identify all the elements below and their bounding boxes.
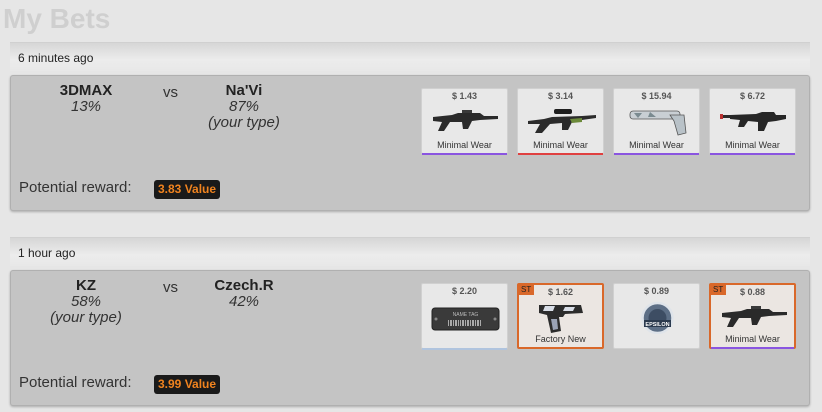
item-rarity-line xyxy=(711,347,794,349)
reward-label: Potential reward: xyxy=(19,374,132,391)
bet-entry: 6 minutes ago 3DMAX 13% vs Na'Vi 87% (yo… xyxy=(10,42,810,211)
item-card[interactable]: $ 6.72 Minimal Wear xyxy=(709,88,796,155)
name-tag-icon: NAME TAG xyxy=(431,307,500,331)
item-rarity-line xyxy=(422,153,507,155)
bet-items: $ 1.43 Minimal Wear $ 3.14 Minimal Wear xyxy=(421,88,801,158)
team-left: 3DMAX 13% xyxy=(16,82,156,115)
bet-box: 3DMAX 13% vs Na'Vi 87% (your type) Poten… xyxy=(10,75,810,211)
team-left: KZ 58% (your type) xyxy=(16,277,156,326)
team-name: Na'Vi xyxy=(225,82,263,99)
sticker-text: EPSILON xyxy=(645,322,669,328)
reward-value-badge: 3.83 Value xyxy=(154,180,221,199)
your-type-note: (your type) xyxy=(208,114,280,131)
item-card[interactable]: ST $ 1.62 Factory New xyxy=(517,283,604,349)
team-right: Na'Vi 87% (your type) xyxy=(174,82,314,131)
item-rarity-line xyxy=(710,153,795,155)
pistol-icon xyxy=(539,305,583,333)
item-price: $ 3.14 xyxy=(547,91,574,101)
reward-value-badge: 3.99 Value xyxy=(154,375,221,394)
pistol-silenced-icon xyxy=(629,110,687,136)
item-card[interactable]: $ 1.43 Minimal Wear xyxy=(421,88,508,155)
item-card[interactable]: $ 2.20 NAME TAG xyxy=(421,283,508,350)
rifle-scoped-icon xyxy=(528,109,596,133)
item-wear: Minimal Wear xyxy=(629,140,684,150)
rifle-famas-icon xyxy=(433,110,498,131)
rifle-m4-icon xyxy=(720,112,786,131)
item-rarity-line xyxy=(422,348,507,350)
item-rarity-line xyxy=(518,153,603,155)
item-price: $ 0.88 xyxy=(739,287,766,297)
item-wear: Minimal Wear xyxy=(437,140,492,150)
team-name: 3DMAX xyxy=(59,82,113,99)
item-price: $ 6.72 xyxy=(739,91,766,101)
team-percentage: 13% xyxy=(70,98,102,115)
bet-time: 1 hour ago xyxy=(10,237,810,266)
item-price: $ 1.62 xyxy=(547,287,574,297)
item-card[interactable]: $ 0.89 EPSILON xyxy=(613,283,700,349)
name-tag-text: NAME TAG xyxy=(453,312,479,318)
team-name: KZ xyxy=(76,277,96,294)
your-type-note: (your type) xyxy=(50,309,122,326)
item-wear: Minimal Wear xyxy=(533,140,588,150)
item-wear: Factory New xyxy=(535,334,586,344)
team-percentage: 87% xyxy=(228,98,260,115)
item-wear: Minimal Wear xyxy=(725,140,780,150)
item-card[interactable]: ST $ 0.88 Minimal Wear xyxy=(709,283,796,349)
item-card[interactable]: $ 15.94 Minimal Wear xyxy=(613,88,700,155)
reward-label: Potential reward: xyxy=(19,179,132,196)
bet-items: $ 2.20 NAME TAG ST $ 1.62 Factory New $ … xyxy=(421,283,801,353)
item-price: $ 15.94 xyxy=(641,91,672,101)
item-wear: Minimal Wear xyxy=(725,334,780,344)
item-rarity-line xyxy=(614,153,699,155)
team-right: Czech.R 42% xyxy=(174,277,314,310)
rifle-famas-icon xyxy=(722,306,787,327)
team-name: Czech.R xyxy=(214,277,274,294)
epsilon-sticker-icon: EPSILON xyxy=(641,301,674,334)
team-percentage: 42% xyxy=(228,293,260,310)
item-price: $ 0.89 xyxy=(643,286,670,296)
team-percentage: 58% xyxy=(70,293,102,310)
bet-time: 6 minutes ago xyxy=(10,42,810,71)
item-price: $ 1.43 xyxy=(451,91,478,101)
item-price: $ 2.20 xyxy=(451,286,478,296)
bet-box: KZ 58% (your type) vs Czech.R 42% Potent… xyxy=(10,270,810,406)
page-title: My Bets xyxy=(3,3,111,34)
bet-entry: 1 hour ago KZ 58% (your type) vs Czech.R… xyxy=(10,237,810,406)
item-card[interactable]: $ 3.14 Minimal Wear xyxy=(517,88,604,155)
